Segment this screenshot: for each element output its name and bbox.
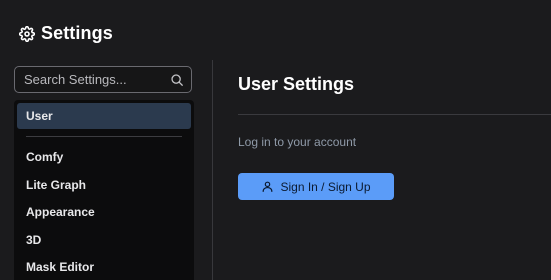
page-title: User Settings: [238, 74, 355, 94]
sidebar-item-3d[interactable]: 3D: [17, 227, 191, 253]
search-box: [14, 66, 192, 93]
search-input[interactable]: [15, 67, 170, 92]
sidebar-item-appearance[interactable]: Appearance: [17, 199, 191, 225]
settings-sidebar: User Comfy Lite Graph Appearance 3D Mask…: [14, 100, 194, 280]
sidebar-item-label: 3D: [26, 233, 42, 247]
sign-in-button[interactable]: Sign In / Sign Up: [238, 173, 394, 200]
settings-dialog: Settings User Comfy Lite Graph Appearanc…: [0, 0, 551, 280]
gear-icon: [19, 25, 35, 42]
sidebar-divider: [26, 136, 182, 137]
sign-in-label: Sign In / Sign Up: [280, 179, 371, 194]
sidebar-item-mask-editor[interactable]: Mask Editor: [17, 254, 191, 280]
dialog-title: Settings: [41, 23, 113, 43]
title-divider: [238, 114, 551, 115]
sidebar-item-label: User: [26, 109, 53, 123]
sidebar-item-label: Comfy: [26, 150, 64, 164]
vertical-divider: [212, 60, 213, 280]
sidebar-item-user[interactable]: User: [17, 103, 191, 129]
user-icon: [261, 180, 274, 193]
dialog-header: Settings: [19, 23, 113, 44]
sidebar-item-lite-graph[interactable]: Lite Graph: [17, 172, 191, 198]
sidebar-item-label: Lite Graph: [26, 178, 87, 192]
sidebar-item-comfy[interactable]: Comfy: [17, 144, 191, 170]
search-icon[interactable]: [170, 73, 184, 87]
sidebar-item-label: Mask Editor: [26, 260, 95, 274]
sidebar-item-label: Appearance: [26, 205, 95, 219]
login-prompt: Log in to your account: [238, 135, 357, 149]
